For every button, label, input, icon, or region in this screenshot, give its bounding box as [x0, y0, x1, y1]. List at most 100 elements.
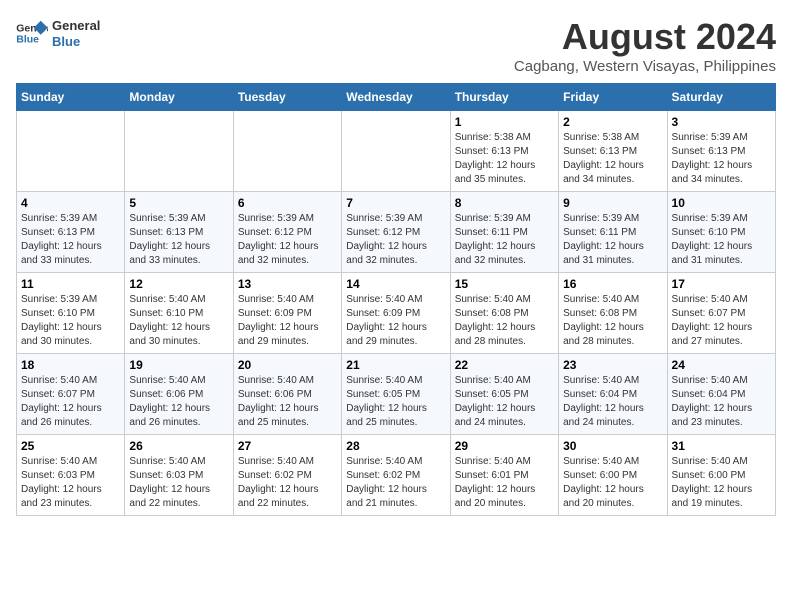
day-info: Sunrise: 5:39 AM Sunset: 6:12 PM Dayligh…: [346, 212, 445, 268]
col-header-friday: Friday: [559, 84, 667, 111]
calendar-cell: 19 Sunrise: 5:40 AM Sunset: 6:06 PM Dayli…: [125, 354, 233, 435]
day-info: Sunrise: 5:40 AM Sunset: 6:06 PM Dayligh…: [238, 374, 337, 430]
calendar-cell: 3Sunrise: 5:39 AM Sunset: 6:13 PM Daylig…: [667, 111, 775, 192]
day-info: Sunrise: 5:40 AM Sunset: 6:00 PM Dayligh…: [672, 455, 771, 511]
day-info: Sunrise: 5:40 AM Sunset: 6:06 PM Dayligh…: [129, 374, 228, 430]
day-info: Sunrise: 5:38 AM Sunset: 6:13 PM Dayligh…: [563, 131, 662, 187]
calendar-cell: 16Sunrise: 5:40 AM Sunset: 6:08 PM Dayli…: [559, 273, 667, 354]
col-header-monday: Monday: [125, 84, 233, 111]
calendar-week-5: 25 Sunrise: 5:40 AM Sunset: 6:03 PM Dayli…: [17, 435, 776, 516]
day-number: 13: [238, 277, 337, 291]
day-number: 25: [21, 439, 120, 453]
col-header-sunday: Sunday: [17, 84, 125, 111]
day-number: 15: [455, 277, 554, 291]
header-row: SundayMondayTuesdayWednesdayThursdayFrid…: [17, 84, 776, 111]
calendar-header: SundayMondayTuesdayWednesdayThursdayFrid…: [17, 84, 776, 111]
col-header-saturday: Saturday: [667, 84, 775, 111]
calendar-cell: 26Sunrise: 5:40 AM Sunset: 6:03 PM Dayli…: [125, 435, 233, 516]
logo-icon: General Blue: [16, 19, 48, 47]
day-number: 10: [672, 196, 771, 210]
calendar-cell: 20Sunrise: 5:40 AM Sunset: 6:06 PM Dayli…: [233, 354, 341, 435]
day-info: Sunrise: 5:40 AM Sunset: 6:07 PM Dayligh…: [21, 374, 120, 430]
day-info: Sunrise: 5:40 AM Sunset: 6:03 PM Dayligh…: [129, 455, 228, 511]
day-info: Sunrise: 5:40 AM Sunset: 6:02 PM Dayligh…: [238, 455, 337, 511]
day-number: 27: [238, 439, 337, 453]
day-number: 23: [563, 358, 662, 372]
calendar-week-4: 18 Sunrise: 5:40 AM Sunset: 6:07 PM Dayli…: [17, 354, 776, 435]
day-info: Sunrise: 5:39 AM Sunset: 6:13 PM Dayligh…: [21, 212, 120, 268]
col-header-tuesday: Tuesday: [233, 84, 341, 111]
col-header-wednesday: Wednesday: [342, 84, 450, 111]
calendar-week-2: 4 Sunrise: 5:39 AM Sunset: 6:13 PM Daylig…: [17, 192, 776, 273]
calendar-cell: 29Sunrise: 5:40 AM Sunset: 6:01 PM Dayli…: [450, 435, 558, 516]
logo-blue: Blue: [52, 34, 100, 50]
calendar-table: SundayMondayTuesdayWednesdayThursdayFrid…: [16, 83, 776, 516]
day-number: 5: [129, 196, 228, 210]
day-info: Sunrise: 5:39 AM Sunset: 6:12 PM Dayligh…: [238, 212, 337, 268]
calendar-cell: 22 Sunrise: 5:40 AM Sunset: 6:05 PM Dayli…: [450, 354, 558, 435]
day-info: Sunrise: 5:38 AM Sunset: 6:13 PM Dayligh…: [455, 131, 554, 187]
calendar-cell: 1Sunrise: 5:38 AM Sunset: 6:13 PM Daylig…: [450, 111, 558, 192]
day-info: Sunrise: 5:40 AM Sunset: 6:03 PM Dayligh…: [21, 455, 120, 511]
day-info: Sunrise: 5:40 AM Sunset: 6:04 PM Dayligh…: [563, 374, 662, 430]
logo: General Blue General Blue: [16, 16, 100, 49]
calendar-cell: 21Sunrise: 5:40 AM Sunset: 6:05 PM Dayli…: [342, 354, 450, 435]
calendar-cell: 13 Sunrise: 5:40 AM Sunset: 6:09 PM Dayli…: [233, 273, 341, 354]
calendar-cell: 31 Sunrise: 5:40 AM Sunset: 6:00 PM Dayli…: [667, 435, 775, 516]
calendar-cell: 10Sunrise: 5:39 AM Sunset: 6:10 PM Dayli…: [667, 192, 775, 273]
day-number: 16: [563, 277, 662, 291]
calendar-cell: 17Sunrise: 5:40 AM Sunset: 6:07 PM Dayli…: [667, 273, 775, 354]
day-number: 6: [238, 196, 337, 210]
calendar-cell: [17, 111, 125, 192]
calendar-cell: 5Sunrise: 5:39 AM Sunset: 6:13 PM Daylig…: [125, 192, 233, 273]
day-number: 18: [21, 358, 120, 372]
day-info: Sunrise: 5:40 AM Sunset: 6:09 PM Dayligh…: [346, 293, 445, 349]
calendar-cell: 2 Sunrise: 5:38 AM Sunset: 6:13 PM Daylig…: [559, 111, 667, 192]
day-number: 4: [21, 196, 120, 210]
calendar-cell: 12 Sunrise: 5:40 AM Sunset: 6:10 PM Dayli…: [125, 273, 233, 354]
day-info: Sunrise: 5:40 AM Sunset: 6:08 PM Dayligh…: [455, 293, 554, 349]
calendar-cell: [125, 111, 233, 192]
day-number: 21: [346, 358, 445, 372]
day-info: Sunrise: 5:39 AM Sunset: 6:13 PM Dayligh…: [672, 131, 771, 187]
calendar-cell: 9Sunrise: 5:39 AM Sunset: 6:11 PM Daylig…: [559, 192, 667, 273]
day-number: 24: [672, 358, 771, 372]
day-info: Sunrise: 5:39 AM Sunset: 6:11 PM Dayligh…: [455, 212, 554, 268]
day-number: 31: [672, 439, 771, 453]
day-info: Sunrise: 5:40 AM Sunset: 6:09 PM Dayligh…: [238, 293, 337, 349]
day-info: Sunrise: 5:40 AM Sunset: 6:10 PM Dayligh…: [129, 293, 228, 349]
day-number: 22: [455, 358, 554, 372]
page-header: General Blue General Blue August 2024 Ca…: [16, 16, 776, 75]
day-number: 11: [21, 277, 120, 291]
calendar-cell: 30Sunrise: 5:40 AM Sunset: 6:00 PM Dayli…: [559, 435, 667, 516]
calendar-cell: 28 Sunrise: 5:40 AM Sunset: 6:02 PM Dayli…: [342, 435, 450, 516]
calendar-cell: 14 Sunrise: 5:40 AM Sunset: 6:09 PM Dayli…: [342, 273, 450, 354]
day-info: Sunrise: 5:40 AM Sunset: 6:07 PM Dayligh…: [672, 293, 771, 349]
calendar-week-1: 1Sunrise: 5:38 AM Sunset: 6:13 PM Daylig…: [17, 111, 776, 192]
calendar-cell: 8Sunrise: 5:39 AM Sunset: 6:11 PM Daylig…: [450, 192, 558, 273]
logo-general: General: [52, 18, 100, 34]
day-info: Sunrise: 5:39 AM Sunset: 6:11 PM Dayligh…: [563, 212, 662, 268]
calendar-cell: [233, 111, 341, 192]
day-info: Sunrise: 5:40 AM Sunset: 6:02 PM Dayligh…: [346, 455, 445, 511]
day-info: Sunrise: 5:40 AM Sunset: 6:00 PM Dayligh…: [563, 455, 662, 511]
day-number: 12: [129, 277, 228, 291]
svg-text:Blue: Blue: [16, 33, 39, 45]
calendar-cell: 15 Sunrise: 5:40 AM Sunset: 6:08 PM Dayli…: [450, 273, 558, 354]
calendar-cell: 23 Sunrise: 5:40 AM Sunset: 6:04 PM Dayli…: [559, 354, 667, 435]
day-number: 7: [346, 196, 445, 210]
calendar-cell: 4 Sunrise: 5:39 AM Sunset: 6:13 PM Daylig…: [17, 192, 125, 273]
title-area: August 2024 Cagbang, Western Visayas, Ph…: [514, 16, 776, 75]
calendar-cell: 27 Sunrise: 5:40 AM Sunset: 6:02 PM Dayli…: [233, 435, 341, 516]
calendar-cell: 18 Sunrise: 5:40 AM Sunset: 6:07 PM Dayli…: [17, 354, 125, 435]
day-number: 2: [563, 115, 662, 129]
day-info: Sunrise: 5:39 AM Sunset: 6:10 PM Dayligh…: [21, 293, 120, 349]
day-number: 14: [346, 277, 445, 291]
day-number: 28: [346, 439, 445, 453]
calendar-cell: 25 Sunrise: 5:40 AM Sunset: 6:03 PM Dayli…: [17, 435, 125, 516]
location: Cagbang, Western Visayas, Philippines: [514, 58, 776, 75]
calendar-body: 1Sunrise: 5:38 AM Sunset: 6:13 PM Daylig…: [17, 111, 776, 516]
day-info: Sunrise: 5:40 AM Sunset: 6:05 PM Dayligh…: [455, 374, 554, 430]
month-title: August 2024: [514, 16, 776, 58]
day-number: 19: [129, 358, 228, 372]
